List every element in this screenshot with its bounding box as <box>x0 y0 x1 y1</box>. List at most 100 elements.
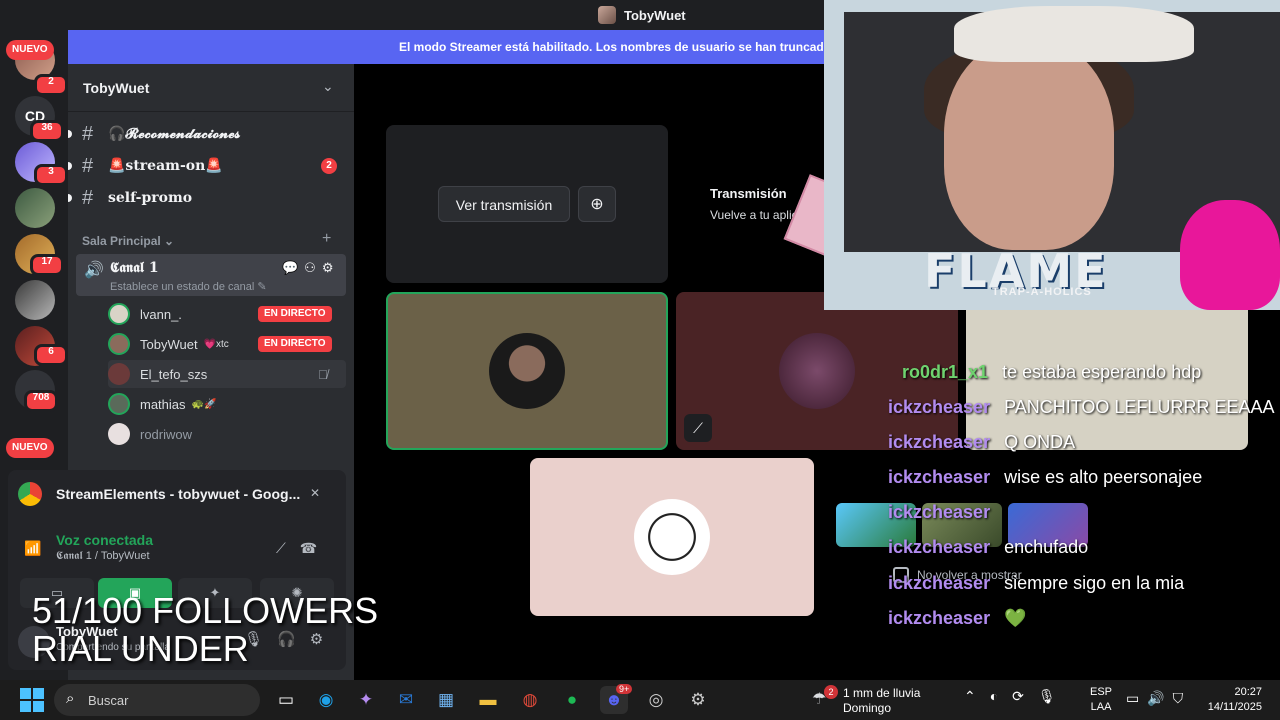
popout-icon[interactable]: ⊕ <box>578 186 616 222</box>
guild-header[interactable]: TobyWuet ⌄ <box>68 64 354 112</box>
avatar <box>108 303 130 325</box>
voice-member[interactable]: lvann_. EN DIRECTO <box>108 300 346 328</box>
member-name: rodriwow <box>140 426 193 442</box>
guild-avatar <box>598 6 616 24</box>
channel-self-promo[interactable]: # self-promo <box>68 183 354 213</box>
watch-stream-button[interactable]: Ver transmisión <box>438 186 570 222</box>
flame-logo: FLAME <box>924 244 1108 298</box>
voice-channel-status[interactable]: Establece un estado de canal ✎ <box>110 280 267 293</box>
chat-user: ickzcheaser <box>888 467 991 487</box>
add-channel-icon[interactable]: + <box>322 230 331 248</box>
activity-title: StreamElements - tobywuet - Goog... <box>56 486 301 502</box>
stream-tile[interactable]: Ver transmisión ⊕ <box>386 125 668 283</box>
member-name: El_tefo_szs <box>140 366 208 382</box>
avatar <box>108 333 130 355</box>
unread-badge: 17 <box>30 254 64 276</box>
channel-recomendaciones[interactable]: # 🎧𝓡𝓮𝓬𝓸𝓶𝓮𝓷𝓭𝓪𝓬𝓲𝓸𝓷𝓮𝓼 <box>68 119 354 149</box>
voice-controls[interactable]: ⟋☎ <box>276 540 331 557</box>
system-tray[interactable]: ⌃◐⟳🎙 <box>964 688 1070 705</box>
live-badge: EN DIRECTO <box>258 306 332 322</box>
server-icon-6[interactable] <box>15 280 55 320</box>
voice-channel-actions[interactable]: 💬⚇⚙ <box>282 260 340 276</box>
outlook-icon[interactable]: ✉ <box>392 686 420 714</box>
window-title: TobyWuet <box>598 6 686 24</box>
streamer-mode-banner: El modo Streamer está habilitado. Los no… <box>68 30 828 64</box>
hash-icon: # <box>82 122 94 145</box>
new-badge: NUEVO <box>6 40 54 60</box>
voice-member[interactable]: mathias 🐢🚀 <box>108 390 346 418</box>
chat-user: ro0dr1_x1 <box>902 362 989 382</box>
chat-message: ickzcheaser wise es alto peersonajee <box>888 467 1202 488</box>
store-icon[interactable]: ▦ <box>432 686 460 714</box>
webcam-face <box>944 40 1114 250</box>
edge-icon[interactable]: ◉ <box>312 686 340 714</box>
obs-icon[interactable]: ◎ <box>642 686 670 714</box>
channel-label: self-promo <box>108 190 193 206</box>
avatar <box>108 363 130 385</box>
flame-logo-sub: TRAP-A-HOLICS <box>992 286 1092 298</box>
copilot-icon[interactable]: ✦ <box>352 686 380 714</box>
chat-text: siempre sigo en la mia <box>1004 573 1185 593</box>
voice-channel-canal-1[interactable]: 🔊 𝕮𝖆𝖓𝖆𝖑 1 Establece un estado de canal ✎… <box>76 254 346 296</box>
chat-message: ro0dr1_x1 te estaba esperando hdp <box>888 362 1201 383</box>
chevron-down-icon: ⌄ <box>322 78 334 94</box>
webcam-cap <box>954 6 1194 62</box>
spotify-icon[interactable]: ● <box>558 686 586 714</box>
muted-mic-icon: 🎙̸ <box>318 366 328 382</box>
unread-dot <box>68 162 72 170</box>
avatar <box>108 423 130 445</box>
windows-start-button[interactable] <box>20 688 44 712</box>
weather-text: 1 mm de lluvia <box>843 686 921 700</box>
channel-stream-on[interactable]: # 🚨stream-on🚨 2 <box>68 151 354 181</box>
server-icon-4[interactable] <box>15 188 55 228</box>
weather-day: Domingo <box>843 701 892 715</box>
follower-goal-sub: RIAL UNDER <box>32 628 249 669</box>
weather-badge: 2 <box>824 685 838 699</box>
unread-badge: 6 <box>34 344 68 366</box>
speaker-icon: 🔊 <box>84 262 104 279</box>
voice-member[interactable]: TobyWuet 💗xtc EN DIRECTO <box>108 330 346 358</box>
member-tag: 💗xtc <box>203 338 229 350</box>
clock-time: 20:27 <box>1234 686 1262 698</box>
chat-text: 💚 <box>1004 608 1027 628</box>
participant-tile[interactable] <box>530 458 814 616</box>
unread-badge: 708 <box>24 390 58 412</box>
muted-mic-icon: ⟋ <box>684 414 712 442</box>
chat-user: ickzcheaser <box>888 432 991 452</box>
file-explorer-icon[interactable]: ▬ <box>474 686 502 714</box>
voice-channel-status-text: Establece un estado de canal <box>110 281 255 293</box>
taskbar-search[interactable]: ⌕ Buscar <box>54 684 260 716</box>
chat-user: ickzcheaser <box>888 397 991 417</box>
unread-badge: 3 <box>34 164 68 186</box>
chat-message: ickzcheaser <box>888 502 1004 523</box>
unread-badge: 36 <box>30 120 64 142</box>
quick-settings[interactable]: ▭🔊⛉ <box>1126 690 1191 707</box>
close-activity-icon[interactable]: ✕ <box>310 486 320 500</box>
avatar <box>634 499 710 575</box>
task-view-icon[interactable]: ▭ <box>272 686 300 714</box>
language-indicator[interactable]: ESP LAA <box>1090 685 1112 715</box>
member-name: TobyWuet <box>140 336 198 352</box>
voice-connected-label[interactable]: Voz conectada <box>56 532 153 548</box>
avatar <box>489 333 565 409</box>
chat-text: PANCHITOO LEFLURRR EEAAA <box>1004 397 1275 417</box>
avatar <box>779 333 855 409</box>
discord-badge: 9+ <box>616 684 633 694</box>
member-name: mathias <box>140 396 186 412</box>
voice-member[interactable]: El_tefo_szs 🎙̸ <box>108 360 346 388</box>
chrome-taskbar-icon[interactable]: ◍ <box>516 686 544 714</box>
follower-count: 51/100 FOLLOWERS <box>32 590 379 631</box>
settings-icon[interactable]: ⚙ <box>684 686 712 714</box>
chat-message: ickzcheaser siempre sigo en la mia <box>888 573 1184 594</box>
avatar <box>108 393 130 415</box>
member-name: lvann_. <box>140 306 182 322</box>
clock[interactable]: 20:27 14/11/2025 <box>1198 685 1262 715</box>
follower-goal-overlay: 51/100 FOLLOWERS RIAL UNDER <box>32 592 378 668</box>
chat-message: ickzcheaser 💚 <box>888 608 1027 629</box>
voice-member[interactable]: rodriwow <box>108 420 346 448</box>
chat-text: enchufado <box>1004 537 1089 557</box>
search-icon: ⌕ <box>66 690 75 707</box>
category-sala-principal[interactable]: Sala Principal ⌄ <box>82 234 174 248</box>
participant-tile[interactable] <box>386 292 668 450</box>
channel-label: 🎧𝓡𝓮𝓬𝓸𝓶𝓮𝓷𝓭𝓪𝓬𝓲𝓸𝓷𝓮𝓼 <box>108 126 241 142</box>
